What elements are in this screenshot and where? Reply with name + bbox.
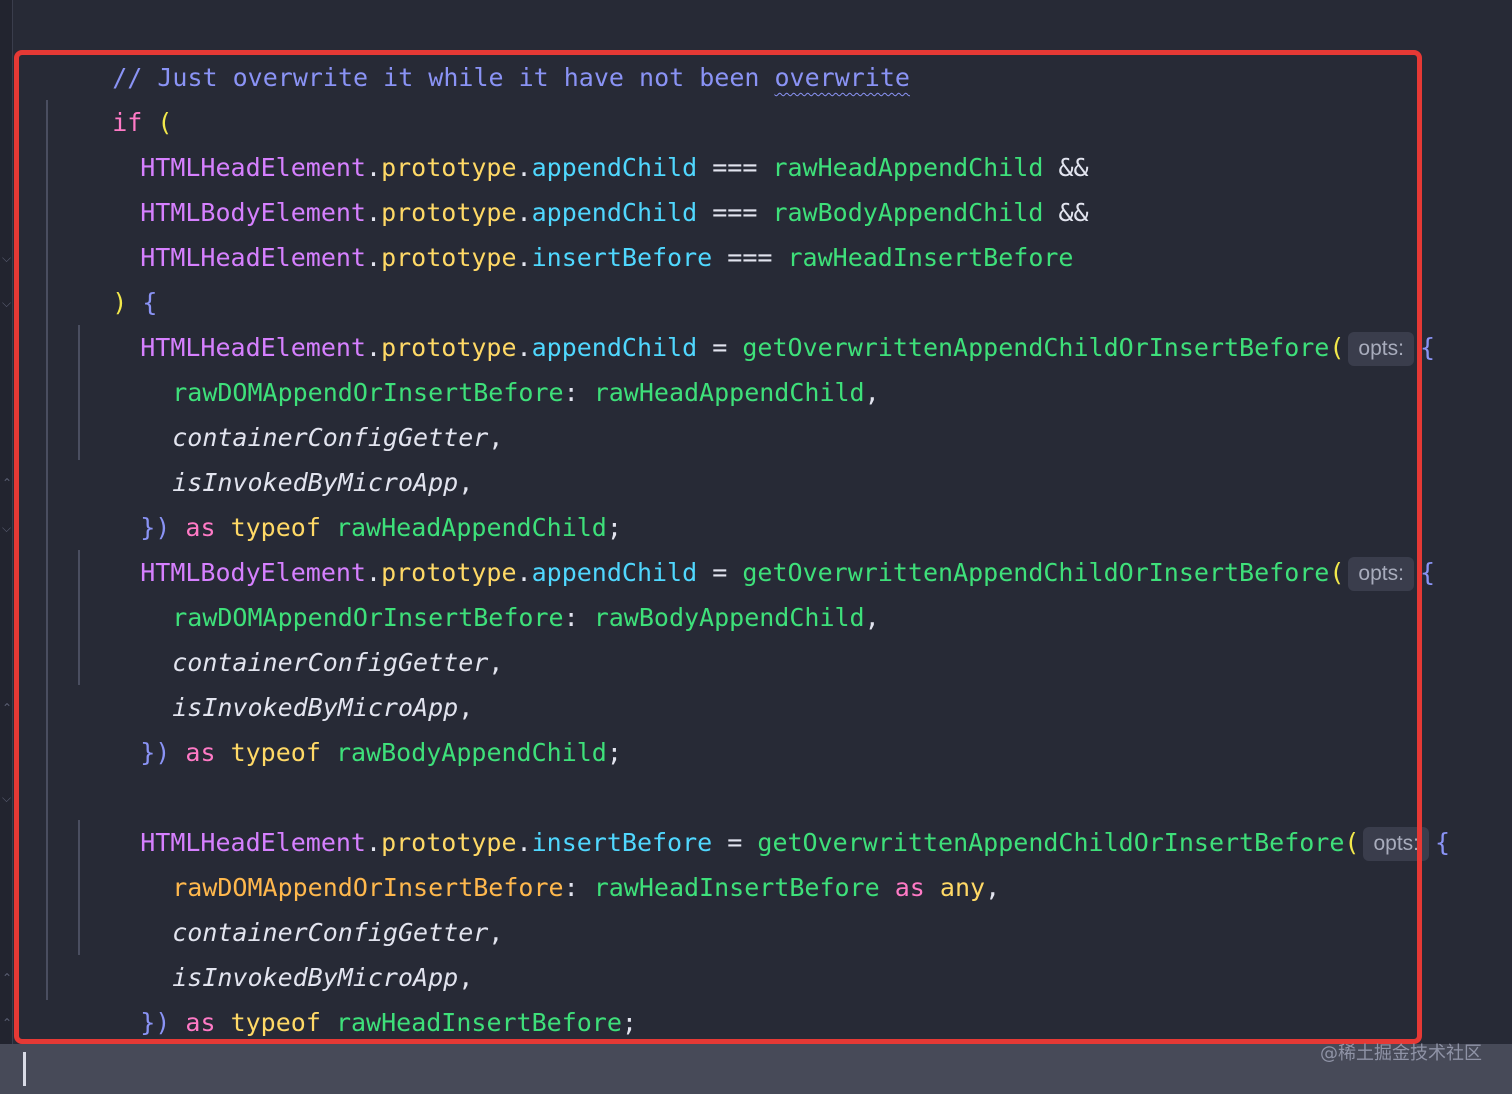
raw-ref: rawHeadInsertBefore — [787, 243, 1074, 272]
colon: : — [563, 378, 579, 407]
parameter-hint: opts: — [1363, 827, 1429, 861]
comma: , — [985, 873, 1001, 902]
class-name: HTMLHeadElement — [140, 243, 366, 272]
code-line-object-prop[interactable]: isInvokedByMicroApp, — [112, 415, 473, 497]
fold-chevron-icon[interactable]: ⌵ — [2, 791, 12, 805]
colon: : — [563, 603, 579, 632]
strict-equal-op: === — [727, 243, 773, 272]
code-line-object-prop[interactable]: isInvokedByMicroApp, — [112, 640, 473, 722]
code-line-if-end[interactable]: } — [52, 1000, 127, 1082]
any-type: any — [939, 873, 986, 902]
comma: , — [864, 378, 880, 407]
code-line-if[interactable]: if ( — [52, 55, 172, 137]
colon: : — [563, 873, 579, 902]
typeof-keyword: typeof — [230, 738, 321, 767]
fold-chevron-icon[interactable]: ⌃ — [2, 971, 12, 985]
object-brace: { — [1435, 828, 1451, 857]
comma: , — [488, 423, 504, 452]
fold-chevron-icon[interactable]: ⌵ — [2, 251, 12, 265]
code-line-object-prop[interactable]: rawDOMAppendOrInsertBefore: rawHeadAppen… — [112, 325, 879, 407]
closing-brace-paren: }) — [140, 738, 171, 767]
comma: , — [864, 603, 880, 632]
code-line-if-close[interactable]: ) { — [52, 235, 157, 317]
fold-chevron-icon[interactable]: ⌃ — [2, 476, 12, 490]
code-line-condition[interactable]: HTMLBodyElement.prototype.appendChild ==… — [80, 145, 1088, 227]
type-ref: rawBodyAppendChild — [335, 738, 607, 767]
editor-gutter: ⌵ ⌵ ⌃ ⌵ ⌃ ⌵ ⌃ ⌃ — [0, 0, 13, 1094]
code-line-cast[interactable]: }) as typeof rawHeadInsertBefore; — [80, 955, 637, 1037]
object-value: rawHeadInsertBefore — [593, 873, 880, 902]
comma: , — [488, 918, 504, 947]
as-keyword: as — [185, 1008, 216, 1037]
comma: , — [488, 648, 504, 677]
fold-chevron-icon[interactable]: ⌵ — [2, 296, 12, 310]
object-brace: { — [1419, 558, 1436, 587]
indent-guide — [46, 100, 48, 1000]
fold-chevron-icon[interactable]: ⌵ — [2, 521, 12, 535]
code-line-condition[interactable]: HTMLHeadElement.prototype.appendChild ==… — [80, 100, 1088, 182]
object-brace: { — [1419, 333, 1436, 362]
code-line-object-prop[interactable]: rawDOMAppendOrInsertBefore: rawBodyAppen… — [112, 550, 879, 632]
editor-bottom-bar — [0, 1044, 1512, 1094]
call-paren: ( — [1329, 333, 1345, 362]
method-name: insertBefore — [531, 243, 713, 272]
fold-chevron-icon[interactable]: ⌃ — [2, 701, 12, 715]
comment-text: // Just overwrite it while it have not b… — [112, 63, 775, 92]
code-line-object-prop[interactable]: isInvokedByMicroApp, — [112, 910, 473, 992]
type-ref: rawHeadInsertBefore — [335, 1008, 622, 1037]
as-keyword: as — [894, 873, 925, 902]
call-paren: ( — [1344, 828, 1360, 857]
call-paren: ( — [1329, 558, 1345, 587]
as-keyword: as — [185, 738, 216, 767]
code-line-cast[interactable]: }) as typeof rawHeadAppendChild; — [80, 460, 622, 542]
parameter-hint: opts: — [1348, 332, 1414, 366]
text-cursor — [23, 1052, 26, 1086]
code-line-object-prop[interactable]: containerConfigGetter, — [112, 865, 503, 947]
code-line-object-prop[interactable]: containerConfigGetter, — [112, 595, 503, 677]
code-editor[interactable]: ⌵ ⌵ ⌃ ⌵ ⌃ ⌵ ⌃ ⌃ // Just overwrite it whi… — [0, 0, 1512, 1094]
parameter-hint: opts: — [1348, 557, 1414, 591]
closing-brace-paren: }) — [140, 1008, 171, 1037]
code-line-comment[interactable]: // Just overwrite it while it have not b… — [52, 10, 910, 92]
prototype-prop: prototype — [381, 243, 517, 272]
semicolon: ; — [621, 1008, 637, 1037]
code-line-cast[interactable]: }) as typeof rawBodyAppendChild; — [80, 685, 622, 767]
object-value: rawHeadAppendChild — [593, 378, 865, 407]
semicolon: ; — [606, 738, 622, 767]
object-value: rawBodyAppendChild — [593, 603, 865, 632]
watermark-text: @稀土掘金技术社区 — [1320, 1043, 1482, 1064]
code-line-assignment[interactable]: HTMLBodyElement.prototype.appendChild = … — [80, 505, 1435, 591]
fold-chevron-icon[interactable]: ⌃ — [2, 1016, 12, 1030]
typeof-keyword: typeof — [230, 1008, 321, 1037]
code-line-assignment[interactable]: HTMLHeadElement.prototype.insertBefore =… — [80, 775, 1450, 861]
code-line-object-prop[interactable]: containerConfigGetter, — [112, 370, 503, 452]
code-line-condition[interactable]: HTMLHeadElement.prototype.insertBefore =… — [80, 190, 1073, 272]
comment-misspelled-word: overwrite — [774, 63, 910, 92]
code-line-assignment[interactable]: HTMLHeadElement.prototype.appendChild = … — [80, 280, 1435, 366]
code-line-object-prop[interactable]: rawDOMAppendOrInsertBefore: rawHeadInser… — [112, 820, 1000, 902]
